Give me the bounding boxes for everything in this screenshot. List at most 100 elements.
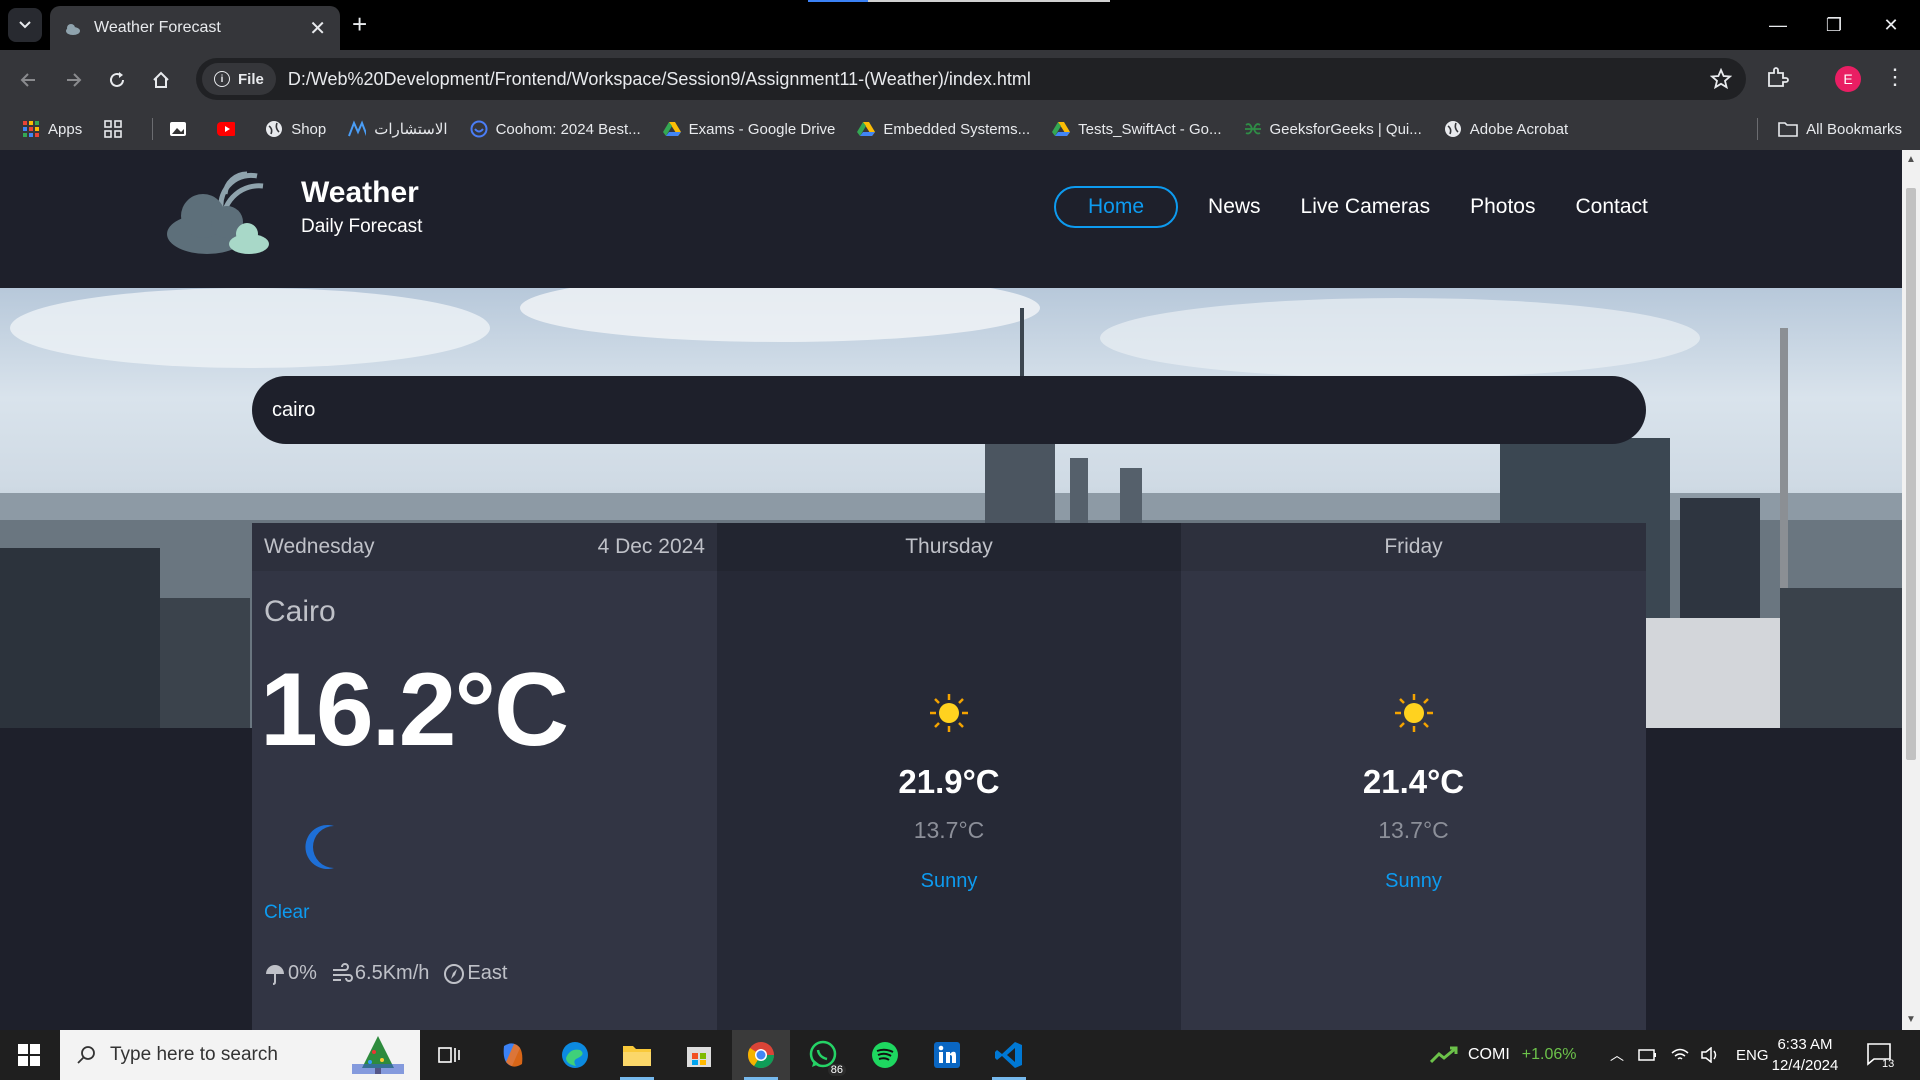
taskbar-linkedin[interactable]	[918, 1030, 976, 1080]
rain-value: 0%	[288, 962, 317, 984]
coohom-icon	[470, 120, 488, 138]
bookmark-tests[interactable]: Tests_SwiftAct - Go...	[1052, 120, 1221, 138]
reload-button[interactable]	[102, 65, 132, 95]
forecast-day-card: Friday 21.4°C 13.7°C Sunny	[1181, 523, 1646, 1030]
home-button[interactable]	[146, 65, 176, 95]
vscode-icon	[995, 1042, 1022, 1068]
folder-icon	[623, 1046, 651, 1066]
nav-photos[interactable]: Photos	[1470, 188, 1535, 226]
battery-icon[interactable]	[1638, 1048, 1658, 1062]
page-scrollbar[interactable]: ▲ ▼	[1902, 150, 1920, 1030]
menu-icon[interactable]: ⋮	[1884, 64, 1906, 90]
linkedin-icon	[934, 1042, 960, 1068]
info-icon: i	[214, 71, 230, 87]
profile-avatar[interactable]: E	[1835, 66, 1861, 92]
bookmark-adobe[interactable]: Adobe Acrobat	[1444, 120, 1568, 138]
scrollbar-thumb[interactable]	[1906, 188, 1916, 760]
bookmark-label: Shop	[291, 120, 327, 138]
volume-icon[interactable]	[1700, 1047, 1720, 1063]
site-header: Weather Daily Forecast Home News Live Ca…	[0, 150, 1902, 288]
taskbar-vscode[interactable]	[980, 1030, 1038, 1080]
webpage: Weather Daily Forecast Home News Live Ca…	[0, 150, 1902, 1030]
all-bookmarks-label: All Bookmarks	[1806, 120, 1902, 138]
stock-widget[interactable]: COMI +1.06%	[1430, 1030, 1577, 1080]
bookmark-label: الاستشارات	[374, 121, 448, 138]
bookmark-apps[interactable]: Apps	[22, 120, 82, 138]
bookmark-exams-drive[interactable]: Exams - Google Drive	[662, 120, 836, 138]
globe-icon	[1444, 120, 1462, 138]
globe-icon	[265, 120, 283, 138]
city-search-input[interactable]: cairo	[252, 376, 1646, 444]
taskbar-spotify[interactable]	[856, 1030, 914, 1080]
site-info-chip[interactable]: i File	[202, 63, 276, 95]
extensions-icon[interactable]	[1765, 65, 1789, 89]
minimize-button[interactable]: —	[1749, 0, 1807, 50]
bookmark-label: Exams - Google Drive	[688, 120, 836, 138]
chrome-icon	[747, 1042, 775, 1069]
current-temperature: 16.2°C	[260, 652, 569, 768]
nav-home[interactable]: Home	[1054, 186, 1179, 228]
forecast-table: Wednesday 4 Dec 2024 Cairo 16.2°C Clear …	[252, 523, 1646, 1030]
all-bookmarks-button[interactable]: All Bookmarks	[1778, 108, 1902, 150]
close-window-button[interactable]: ✕	[1862, 0, 1920, 50]
notification-count: 13	[1882, 1058, 1895, 1070]
taskbar-store[interactable]	[670, 1030, 728, 1080]
forecast-high: 21.4°C	[1362, 763, 1465, 800]
bookmark-label: Coohom: 2024 Best...	[495, 120, 641, 138]
bookmark-separator	[1757, 118, 1758, 140]
taskbar-whatsapp[interactable]: 86	[794, 1030, 852, 1080]
bookmark-embedded[interactable]: Embedded Systems...	[857, 120, 1030, 138]
bookmark-star-icon[interactable]	[1710, 68, 1732, 90]
google-drive-icon	[662, 120, 681, 138]
nav-contact[interactable]: Contact	[1576, 188, 1648, 226]
bookmark-tab-groups[interactable]	[104, 120, 130, 138]
forecast-condition: Sunny	[920, 870, 978, 892]
photos-icon	[169, 120, 187, 138]
system-tray-icons: ︿ ENG	[1610, 1030, 1769, 1080]
scroll-down-icon[interactable]: ▼	[1906, 1014, 1916, 1025]
weather-logo-icon[interactable]	[165, 164, 275, 264]
url-text[interactable]: D:/Web%20Development/Frontend/Workspace/…	[288, 69, 1710, 90]
bookmark-geeksforgeeks[interactable]: GeeksforGeeks | Qui...	[1243, 120, 1422, 138]
forecast-day-card: Thursday 21.9°C 13.7°C Sunny	[717, 523, 1181, 1030]
forward-button[interactable]	[58, 65, 88, 95]
nav-live-cameras[interactable]: Live Cameras	[1301, 188, 1431, 226]
forecast-low: 13.7°C	[1378, 817, 1449, 843]
bookmark-shop[interactable]: Shop	[265, 120, 326, 138]
task-view-icon	[438, 1047, 460, 1063]
holiday-tree-icon	[352, 1036, 404, 1074]
store-icon	[687, 1047, 711, 1067]
forecast-day-body: 21.4°C 13.7°C Sunny	[1181, 571, 1646, 893]
taskbar-search[interactable]: Type here to search	[60, 1030, 420, 1080]
google-drive-icon	[1052, 120, 1071, 138]
nav-news[interactable]: News	[1208, 188, 1261, 226]
taskbar-search-placeholder: Type here to search	[110, 1044, 278, 1065]
tab-search-button[interactable]	[8, 8, 42, 42]
bookmark-youtube[interactable]	[217, 120, 243, 138]
wifi-icon[interactable]	[1670, 1047, 1690, 1063]
taskbar-clock[interactable]: 6:33 AM 12/4/2024	[1760, 1034, 1850, 1076]
address-bar[interactable]: i File D:/Web%20Development/Frontend/Wor…	[196, 58, 1746, 100]
scroll-up-icon[interactable]: ▲	[1906, 154, 1916, 165]
new-tab-button[interactable]: +	[352, 11, 367, 37]
restore-button[interactable]: ❐	[1805, 0, 1863, 50]
task-view-button[interactable]	[420, 1030, 478, 1080]
bookmark-label: Tests_SwiftAct - Go...	[1078, 120, 1222, 138]
close-tab-icon[interactable]: ✕	[309, 16, 326, 41]
start-button[interactable]	[0, 1030, 58, 1080]
chevron-up-icon[interactable]: ︿	[1610, 1045, 1624, 1065]
taskbar-copilot[interactable]	[484, 1030, 542, 1080]
bookmark-consult[interactable]: الاستشارات	[348, 120, 448, 138]
compass-icon	[444, 963, 465, 984]
bookmark-coohom[interactable]: Coohom: 2024 Best...	[470, 120, 641, 138]
browser-tab[interactable]: Weather Forecast ✕	[50, 6, 340, 50]
taskbar-chrome[interactable]	[732, 1030, 790, 1080]
rain-chance: 0%	[264, 962, 317, 985]
taskbar-file-explorer[interactable]	[608, 1030, 666, 1080]
back-button[interactable]	[14, 65, 44, 95]
copilot-icon	[503, 1043, 523, 1067]
bookmark-photos[interactable]	[169, 120, 195, 138]
taskbar-edge[interactable]	[546, 1030, 604, 1080]
forward-arrow-icon	[67, 73, 82, 87]
forecast-day-header: Friday	[1181, 523, 1646, 571]
